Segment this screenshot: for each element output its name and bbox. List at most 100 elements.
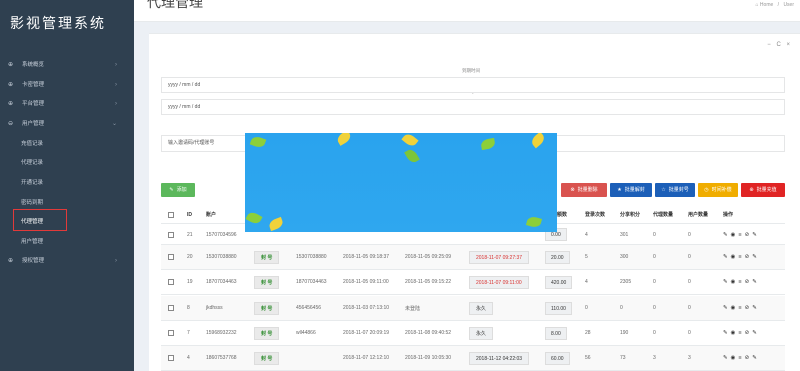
refresh-icon[interactable]: C	[776, 42, 780, 48]
collapse-icon[interactable]: −	[767, 42, 771, 48]
view-icon[interactable]: ◉	[731, 254, 739, 260]
batch-recharge-button[interactable]: ⊕ 批量充值	[741, 183, 785, 197]
edit-icon[interactable]: ✎	[723, 305, 731, 311]
sidebar-item-platform-management[interactable]: ⊕ 平台管理 ›	[0, 95, 134, 115]
edit-note-icon[interactable]: ✎	[752, 305, 760, 311]
table-cell: 4	[187, 346, 190, 370]
view-icon[interactable]: ◉	[731, 279, 739, 285]
active-item-highlight	[13, 209, 67, 231]
table-cell	[168, 321, 174, 345]
cell-login-time: 2018-11-05 09:15:22	[405, 279, 452, 285]
ban-icon[interactable]: ⊘	[745, 330, 753, 336]
view-icon[interactable]: ◉	[731, 355, 739, 361]
row-actions: ✎ ◉ ≡ ⊘ ✎	[723, 245, 760, 269]
cell-points: 300	[620, 254, 629, 260]
edit-note-icon[interactable]: ✎	[752, 232, 760, 238]
sidebar-subitem-user-management[interactable]: 用户管理	[0, 233, 134, 253]
leaf-icon	[245, 210, 263, 226]
brand-title: 影视管理系统	[10, 15, 106, 31]
cell-login-time: 未登陆	[405, 305, 421, 312]
plus-circle-icon: ⊕	[8, 258, 14, 264]
edit-icon[interactable]: ✎	[723, 254, 731, 260]
table-cell: 2018-11-09 10:05:30	[405, 346, 451, 370]
edit-note-icon[interactable]: ✎	[752, 355, 760, 361]
sidebar-item-system-overview[interactable]: ⊕ 系统概览 ›	[0, 56, 134, 76]
cell-id: 8	[187, 305, 190, 311]
ban-icon[interactable]: ⊘	[745, 254, 753, 260]
cell-agents: 0	[653, 254, 656, 260]
sidebar-item-authorization[interactable]: ⊕ 授权管理 ›	[0, 252, 134, 272]
table-cell: 0	[688, 270, 691, 294]
table-cell: 封 号	[254, 296, 280, 320]
table-cell: 15307038880	[206, 245, 237, 269]
sidebar-item-user-management[interactable]: ⊖ 用户管理 ⌄	[0, 115, 134, 135]
time-compensation-button[interactable]: ◷ 时间补偿	[698, 183, 738, 197]
table-cell: 0	[688, 296, 691, 320]
edit-icon[interactable]: ✎	[723, 330, 731, 336]
cell-id: 20	[187, 254, 193, 260]
cell-agents: 3	[653, 355, 656, 361]
home-icon: ⌂	[755, 2, 759, 8]
ban-button[interactable]: 封 号	[254, 301, 280, 315]
table-cell: 18707034463	[206, 270, 237, 294]
batch-recharge-label: 批量充值	[756, 187, 777, 193]
row-checkbox[interactable]	[168, 305, 174, 311]
table-cell	[168, 245, 174, 269]
table-cell: 456456456	[296, 296, 321, 320]
ban-button[interactable]: 封 号	[254, 275, 280, 289]
minus-circle-icon: ⊖	[8, 121, 14, 128]
sidebar-subitem-recharge-records[interactable]: 充值记录	[0, 135, 134, 155]
table-cell: 3	[653, 346, 656, 370]
ban-button[interactable]: 封 号	[254, 326, 280, 340]
sidebar-subitem-open-records[interactable]: 开通记录	[0, 174, 134, 194]
sidebar-item-card-management[interactable]: ⊕ 卡密管理 ›	[0, 76, 134, 96]
batch-ban-button[interactable]: ☆ 批量封号	[655, 183, 695, 197]
batch-delete-button[interactable]: ⊗ 批量删除	[561, 183, 607, 197]
table-cell: 2018-11-07 20:09:19	[343, 321, 389, 345]
add-button[interactable]: ✎ 添加	[161, 183, 195, 197]
row-checkbox[interactable]	[168, 231, 174, 238]
row-checkbox[interactable]	[168, 254, 174, 260]
ban-button[interactable]: 封 号	[254, 351, 280, 365]
col-agents: 代理数量	[653, 211, 674, 218]
cell-logins: 5	[585, 254, 588, 260]
view-icon[interactable]: ◉	[731, 232, 739, 238]
table-cell: 20	[187, 245, 193, 269]
close-icon[interactable]: ×	[786, 42, 790, 48]
date-range-dash: -	[472, 91, 474, 96]
edit-note-icon[interactable]: ✎	[752, 254, 760, 260]
view-icon[interactable]: ◉	[731, 305, 739, 311]
sidebar-subitem-agent-records[interactable]: 代理记录	[0, 154, 134, 174]
ban-button[interactable]: 封 号	[254, 250, 280, 264]
edit-icon[interactable]: ✎	[723, 232, 731, 238]
ban-icon[interactable]: ⊘	[745, 232, 753, 238]
row-checkbox[interactable]	[168, 355, 174, 361]
batch-unban-button[interactable]: ★ 批量解封	[610, 183, 652, 197]
row-checkbox[interactable]	[168, 330, 174, 336]
breadcrumb-home[interactable]: Home	[760, 2, 773, 8]
select-all-checkbox[interactable]	[168, 211, 174, 218]
row-actions: ✎ ◉ ≡ ⊘ ✎	[723, 225, 760, 244]
ban-icon[interactable]: ⊘	[745, 355, 753, 361]
view-icon[interactable]: ◉	[731, 330, 739, 336]
table-cell: 0	[653, 270, 656, 294]
ban-icon[interactable]: ⊘	[745, 279, 753, 285]
table-cell: 8	[187, 296, 190, 320]
date-to-input[interactable]: yyyy / mm / dd	[161, 99, 785, 115]
cell-amount: 20.00	[545, 250, 570, 264]
table-cell: 0	[688, 321, 691, 345]
col-account: 账户	[206, 211, 217, 218]
ban-icon[interactable]: ⊘	[745, 305, 753, 311]
edit-note-icon[interactable]: ✎	[752, 330, 760, 336]
table-cell: 300	[620, 245, 628, 269]
edit-note-icon[interactable]: ✎	[752, 279, 760, 285]
table-cell: 0	[653, 225, 656, 244]
cell-id: 19	[187, 279, 193, 285]
edit-icon[interactable]: ✎	[723, 279, 731, 285]
edit-icon[interactable]: ✎	[723, 355, 731, 361]
breadcrumb-separator: /	[777, 2, 780, 8]
batch-ban-label: 批量封号	[668, 187, 689, 193]
cell-agents: 0	[653, 305, 656, 311]
row-checkbox[interactable]	[168, 279, 174, 285]
time-compensation-label: 时间补偿	[711, 187, 732, 193]
